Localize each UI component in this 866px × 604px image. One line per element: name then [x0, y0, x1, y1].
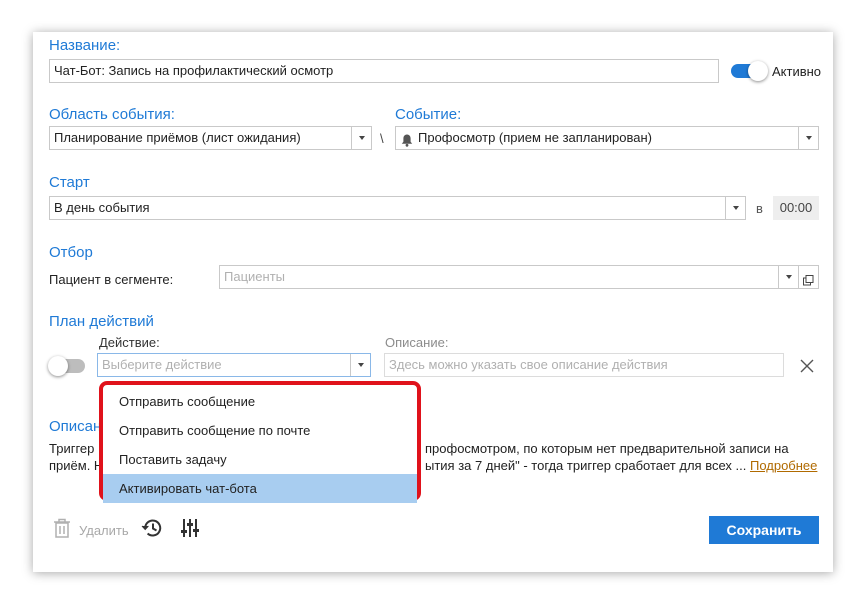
segment-placeholder: Пациенты [224, 269, 285, 284]
event-section-title: Событие: [395, 106, 462, 123]
description-line1-right: профосмотром, по которым нет предварител… [425, 441, 789, 456]
area-section-title: Область события: [49, 106, 175, 123]
history-icon[interactable] [141, 518, 163, 541]
start-at-label: в [756, 201, 763, 216]
toggle-knob [48, 356, 68, 376]
start-select[interactable]: В день события [49, 196, 746, 220]
delete-button[interactable]: Удалить [79, 523, 129, 538]
event-select-value: Профосмотр (прием не запланирован) [418, 130, 653, 145]
chevron-down-icon[interactable] [350, 354, 370, 376]
action-option[interactable]: Отправить сообщение [103, 387, 417, 416]
action-dropdown-list: Отправить сообщение Отправить сообщение … [99, 381, 421, 503]
chevron-down-icon[interactable] [798, 127, 818, 149]
description-line2-left: приём. Н [49, 458, 104, 473]
bell-icon [401, 132, 413, 149]
start-section-title: Старт [49, 174, 90, 191]
chevron-down-icon[interactable] [725, 197, 745, 219]
description-line1-left: Триггер [49, 441, 95, 456]
description-line2-right: ытия за 7 дней" - тогда триггер сработае… [425, 458, 747, 473]
action-option[interactable]: Поставить задачу [103, 445, 417, 474]
close-icon[interactable] [800, 359, 814, 376]
description-section-title: Описан [49, 418, 102, 435]
filter-section-title: Отбор [49, 244, 93, 261]
area-event-separator: \ [380, 131, 384, 146]
action-description-input[interactable]: Здесь можно указать свое описание действ… [384, 353, 784, 377]
chevron-down-icon[interactable] [778, 266, 798, 288]
action-label: Действие: [99, 335, 160, 350]
area-select[interactable]: Планирование приёмов (лист ожидания) [49, 126, 372, 150]
trash-icon[interactable] [53, 518, 71, 541]
active-label: Активно [772, 64, 822, 79]
plan-section-title: План действий [49, 313, 154, 330]
open-segment-button[interactable] [798, 265, 819, 289]
save-button[interactable]: Сохранить [709, 516, 819, 544]
description-line2: ытия за 7 дней" - тогда триггер сработае… [425, 457, 817, 474]
name-section-title: Название: [49, 37, 121, 54]
name-input[interactable]: Чат-Бот: Запись на профилактический осмо… [49, 59, 719, 83]
open-window-icon [803, 271, 814, 288]
toggle-knob [748, 61, 768, 81]
trigger-editor-card: Название: Чат-Бот: Запись на профилактич… [33, 32, 833, 572]
description-label: Описание: [385, 335, 449, 350]
more-link[interactable]: Подробнее [750, 458, 817, 473]
start-time-input[interactable]: 00:00 [773, 196, 819, 220]
action-option-selected[interactable]: Активировать чат-бота [103, 474, 417, 503]
segment-label: Пациент в сегменте: [49, 272, 174, 287]
action-option[interactable]: Отправить сообщение по почте [103, 416, 417, 445]
settings-sliders-icon[interactable] [180, 518, 200, 541]
active-toggle[interactable] [731, 61, 768, 81]
chevron-down-icon[interactable] [351, 127, 371, 149]
start-select-value: В день события [54, 200, 150, 215]
segment-select[interactable]: Пациенты [219, 265, 799, 289]
event-select[interactable]: Профосмотр (прием не запланирован) [395, 126, 819, 150]
area-select-value: Планирование приёмов (лист ожидания) [54, 130, 301, 145]
action-toggle[interactable] [48, 356, 85, 376]
action-select[interactable]: Выберите действие [97, 353, 371, 377]
action-placeholder: Выберите действие [102, 357, 222, 372]
